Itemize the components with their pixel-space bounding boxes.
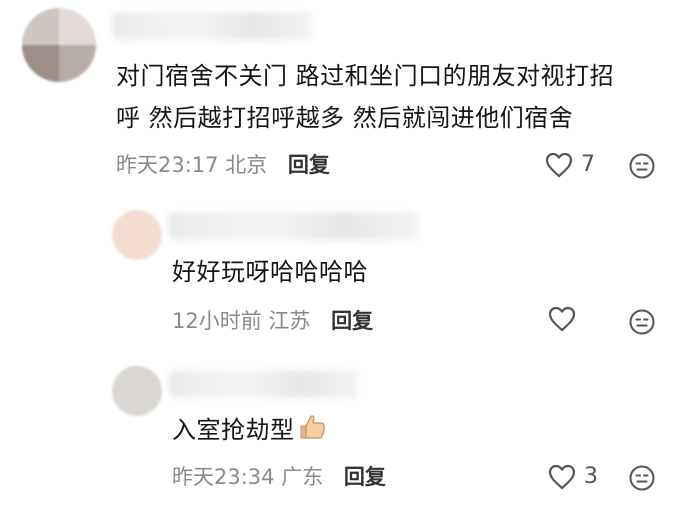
emoji-reaction-button[interactable] [628,152,656,184]
comment-location: 北京 [225,153,268,177]
emoji-reaction-button[interactable] [628,308,656,340]
comment-meta: 昨天23:17 北京 回复 [116,150,330,180]
comment-time: 昨天23:17 [116,153,219,177]
comment-meta: 12小时前 江苏 回复 [172,306,373,336]
comment-time: 12小时前 [172,309,262,333]
emoji-reaction-button[interactable] [628,464,656,496]
avatar[interactable] [112,366,162,416]
comment-location: 江苏 [268,309,311,333]
like-count: 7 [581,152,595,177]
comment-text-line-2: 呼 然后越打招呼越多 然后就闯进他们宿舍 [116,104,574,132]
neutral-face-icon [629,153,655,179]
neutral-face-icon [629,309,655,335]
comment-text-line-1: 对门宿舍不关门 路过和坐门口的朋友对视打招 [116,62,615,90]
avatar[interactable] [112,210,162,260]
heart-outline-icon [548,464,576,490]
heart-outline-icon [545,152,573,178]
comment-meta: 昨天23:34 广东 回复 [172,462,386,492]
reply-button[interactable]: 回复 [344,465,386,489]
comment-text-body: 入室抢劫型 [172,416,295,444]
like-button[interactable]: 3 [548,462,598,492]
comment-time: 昨天23:34 [172,465,275,489]
reply-button[interactable]: 回复 [288,153,330,177]
username-redacted [112,12,312,40]
comment-location: 广东 [281,465,324,489]
username-redacted [168,212,418,240]
neutral-face-icon [629,465,655,491]
heart-outline-icon [548,306,576,332]
reply-button[interactable]: 回复 [331,309,373,333]
thumbs-up-emoji [300,415,325,439]
comment-text: 好好玩呀哈哈哈哈 [172,258,368,286]
comment-text: 入室抢劫型 [172,410,327,450]
avatar[interactable] [22,8,96,82]
like-button[interactable]: 7 [545,150,595,180]
username-redacted [168,370,358,398]
like-count: 3 [584,464,598,489]
like-button[interactable] [548,306,584,332]
